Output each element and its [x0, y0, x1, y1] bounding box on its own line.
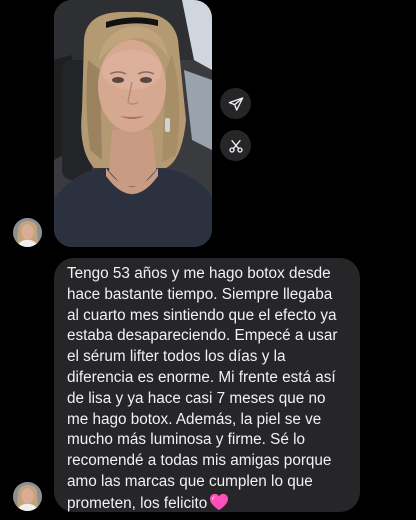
message-line: de lisa y ya hace casi 7 meses que no [67, 389, 326, 407]
message-line: Tengo 53 años y me hago botox desde [67, 265, 331, 282]
message-last-line: prometen, los felicito [67, 493, 348, 518]
message-line: prometen, los felicito [67, 494, 208, 512]
message-line: mucho más luminosa y firme. Sé lo [67, 431, 306, 449]
photo-message[interactable] [54, 0, 212, 247]
message-line: diferencia es enorme. Mi frente está así [67, 368, 336, 386]
message-line: me hago botox. Además, la piel se ve [67, 410, 322, 428]
message-line: estaba desapareciendo. Empecé a usar [67, 327, 338, 345]
paper-plane-icon [228, 96, 244, 112]
text-message-bubble[interactable]: Tengo 53 años y me hago botox desde hace… [54, 258, 360, 512]
message-line: hace bastante tiempo. Siempre llegaba [67, 285, 333, 303]
avatar-image [13, 482, 42, 511]
sender-avatar[interactable] [13, 218, 42, 247]
message-line: al cuarto mes sintiendo que el efecto ya [67, 306, 337, 324]
selfie-photo [54, 0, 212, 247]
message-line: el sérum lifter todos los días y la [67, 348, 286, 366]
avatar-image [13, 218, 42, 247]
reshare-button[interactable] [220, 130, 251, 161]
message-line: amo las marcas que cumplen lo que [67, 472, 313, 490]
sender-avatar[interactable] [13, 482, 42, 511]
message-thread: Tengo 53 años y me hago botox desde hace… [0, 0, 416, 520]
pink-heart-emoji-icon [209, 493, 229, 518]
share-button[interactable] [220, 88, 251, 119]
scissors-share-icon [228, 138, 244, 154]
message-line: recomendé a todas mis amigas porque [67, 452, 332, 470]
